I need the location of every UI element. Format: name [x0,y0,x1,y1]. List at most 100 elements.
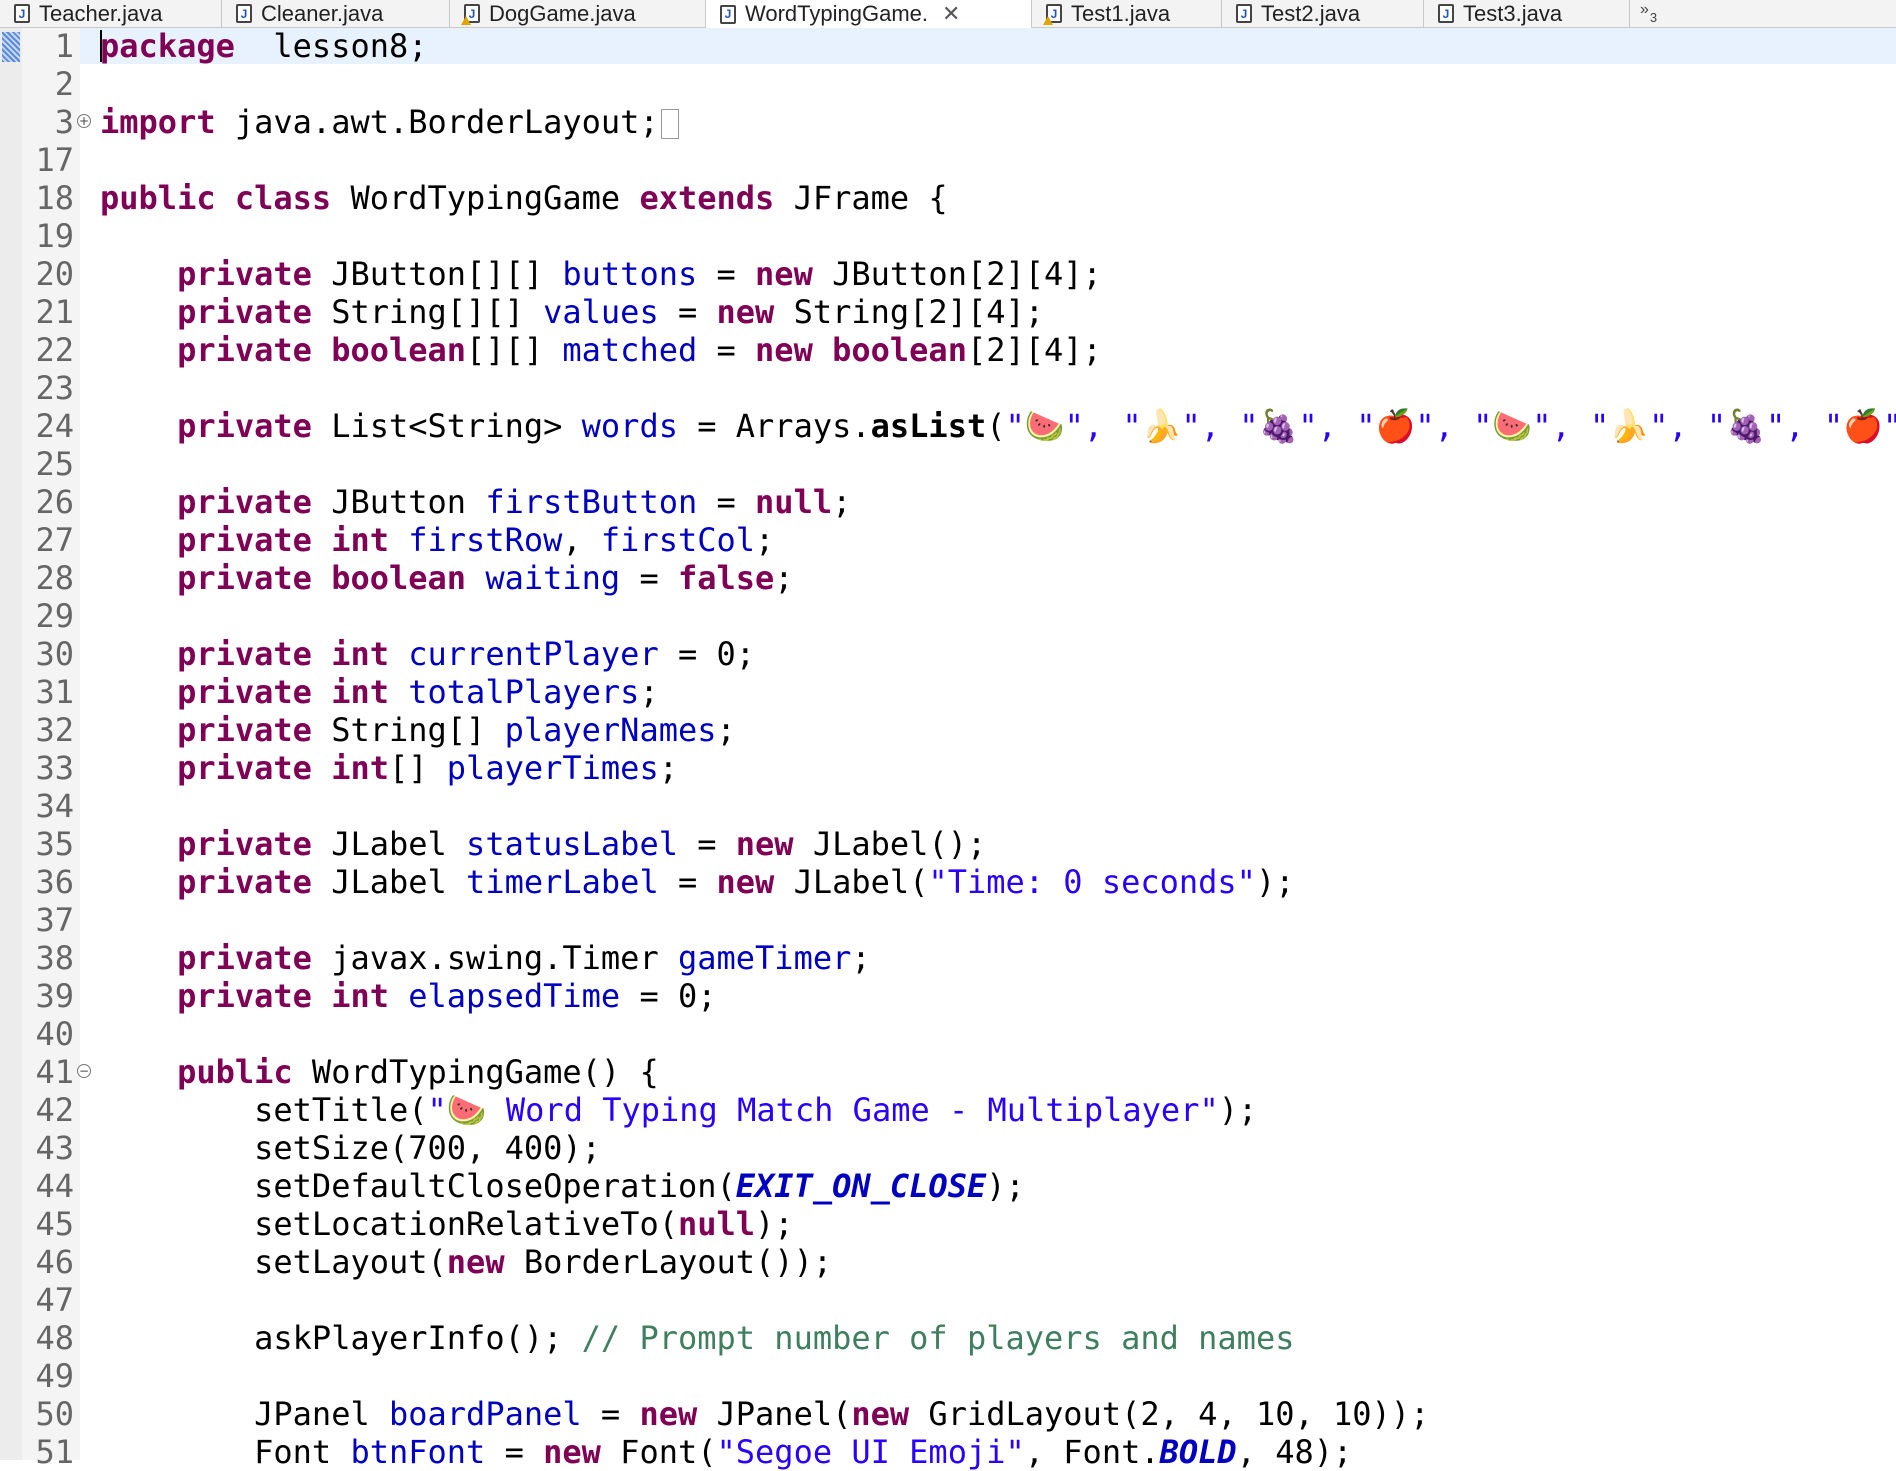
line-number: 30 [35,635,74,673]
code-line[interactable]: 27 private int firstRow, firstCol; [0,521,1896,559]
code-text[interactable]: setSize(700, 400); [100,1129,601,1167]
code-token: WordTypingGame [331,179,640,217]
code-text[interactable]: private int firstRow, firstCol; [100,521,774,559]
code-line[interactable]: 28 private boolean waiting = false; [0,559,1896,597]
code-line[interactable]: 22 private boolean[][] matched = new boo… [0,331,1896,369]
code-text[interactable]: Font btnFont = new Font("Segoe UI Emoji"… [100,1433,1352,1471]
code-text[interactable]: askPlayerInfo(); // Prompt number of pla… [100,1319,1294,1357]
code-line[interactable]: 1 package lesson8; [0,27,1896,65]
keyword: public [100,179,216,217]
tab-test3-java[interactable]: J Test3.java [1424,0,1630,27]
code-line[interactable]: 29 [0,597,1896,635]
code-text[interactable]: private int totalPlayers; [100,673,659,711]
code-line[interactable]: 20 private JButton[][] buttons = new JBu… [0,255,1896,293]
field-name: currentPlayer [408,635,659,673]
code-line[interactable]: 36 private JLabel timerLabel = new JLabe… [0,863,1896,901]
line-number: 33 [35,749,74,787]
tab-teacher-java[interactable]: J Teacher.java [0,0,222,27]
code-line[interactable]: 34 [0,787,1896,825]
code-text[interactable]: private JLabel timerLabel = new JLabel("… [100,863,1294,901]
keyword: int [331,521,389,559]
code-text[interactable]: private javax.swing.Timer gameTimer; [100,939,871,977]
code-text[interactable]: setDefaultCloseOperation(EXIT_ON_CLOSE); [100,1167,1025,1205]
code-line[interactable]: 2 [0,65,1896,103]
code-text[interactable]: setTitle("🍉 Word Typing Match Game - Mul… [100,1091,1257,1129]
code-text[interactable]: private JButton[][] buttons = new JButto… [100,255,1102,293]
fold-expand-icon[interactable]: + [77,114,91,128]
code-text[interactable]: import java.awt.BorderLayout; [100,103,679,141]
tab-cleaner-java[interactable]: J Cleaner.java [222,0,450,27]
code-line[interactable]: 38 private javax.swing.Timer gameTimer; [0,939,1896,977]
code-line[interactable]: 32 private String[] playerNames; [0,711,1896,749]
code-text[interactable]: private JLabel statusLabel = new JLabel(… [100,825,986,863]
code-text[interactable]: private List<String> words = Arrays.asLi… [100,407,1896,445]
tab-doggame-java[interactable]: J DogGame.java [450,0,706,27]
code-line[interactable]: 40 [0,1015,1896,1053]
keyword: private [177,521,312,559]
code-text[interactable]: private JButton firstButton = null; [100,483,851,521]
code-token: = [697,483,756,521]
tab-wordtypinggame[interactable]: J WordTypingGame. ✕ [706,0,1032,28]
code-line[interactable]: 51 Font btnFont = new Font("Segoe UI Emo… [0,1433,1896,1471]
code-line[interactable]: 26 private JButton firstButton = null; [0,483,1896,521]
code-line[interactable]: 3 + import java.awt.BorderLayout; [0,103,1896,141]
keyword: new [639,1395,698,1433]
close-icon[interactable]: ✕ [942,1,960,27]
code-line[interactable]: 43 setSize(700, 400); [0,1129,1896,1167]
code-line[interactable]: 25 [0,445,1896,483]
line-number: 31 [35,673,74,711]
code-text[interactable]: private int elapsedTime = 0; [100,977,716,1015]
code-text[interactable]: private String[] playerNames; [100,711,736,749]
code-text[interactable]: private boolean[][] matched = new boolea… [100,331,1102,369]
line-number: 47 [35,1281,74,1319]
code-line[interactable]: 18 public class WordTypingGame extends JF… [0,179,1896,217]
line-number: 29 [35,597,74,635]
folded-code-marker[interactable] [660,109,679,139]
code-text[interactable]: setLayout(new BorderLayout()); [100,1243,832,1281]
code-line[interactable]: 35 private JLabel statusLabel = new JLab… [0,825,1896,863]
code-line[interactable]: 21 private String[][] values = new Strin… [0,293,1896,331]
code-line[interactable]: 41− public WordTypingGame() { [0,1053,1896,1091]
code-line[interactable]: 49 [0,1357,1896,1395]
code-text[interactable]: public WordTypingGame() { [100,1053,659,1091]
keyword: new [543,1433,601,1471]
code-line[interactable]: 30 private int currentPlayer = 0; [0,635,1896,673]
code-line[interactable]: 17 [0,141,1896,179]
code-text[interactable]: public class WordTypingGame extends JFra… [100,179,948,217]
fold-collapse-icon[interactable]: − [77,1064,91,1078]
code-text[interactable]: JPanel boardPanel = new JPanel(new GridL… [100,1395,1429,1433]
code-line[interactable]: 42 setTitle("🍉 Word Typing Match Game - … [0,1091,1896,1129]
code-line[interactable]: 19 [0,217,1896,255]
code-text[interactable]: private String[][] values = new String[2… [100,293,1044,331]
code-line[interactable]: 45 setLocationRelativeTo(null); [0,1205,1896,1243]
code-line[interactable]: 50 JPanel boardPanel = new JPanel(new Gr… [0,1395,1896,1433]
code-text[interactable]: setLocationRelativeTo(null); [100,1205,793,1243]
code-text[interactable]: private boolean waiting = false; [100,559,794,597]
code-line[interactable]: 47 [0,1281,1896,1319]
tab-overflow-button[interactable]: » 3 [1640,0,1657,28]
code-line[interactable]: 31 private int totalPlayers; [0,673,1896,711]
code-text[interactable]: private int currentPlayer = 0; [100,635,755,673]
code-text[interactable]: package lesson8; [100,27,428,65]
code-editor[interactable]: 1 package lesson8; 2 3 + import java.awt.Bord… [0,27,1896,1471]
code-line[interactable]: 23 [0,369,1896,407]
line-number: 19 [35,217,74,255]
code-text[interactable]: private int[] playerTimes; [100,749,678,787]
code-line[interactable]: 46 setLayout(new BorderLayout()); [0,1243,1896,1281]
tab-test2-java[interactable]: J Test2.java [1222,0,1424,27]
code-line[interactable]: 48 askPlayerInfo(); // Prompt number of … [0,1319,1896,1357]
code-line[interactable]: 44 setDefaultCloseOperation(EXIT_ON_CLOS… [0,1167,1896,1205]
line-number: 40 [35,1015,74,1053]
code-line[interactable]: 24 private List<String> words = Arrays.a… [0,407,1896,445]
tab-test1-java[interactable]: J Test1.java [1032,0,1222,27]
code-line[interactable]: 33 private int[] playerTimes; [0,749,1896,787]
code-line[interactable]: 39 private int elapsedTime = 0; [0,977,1896,1015]
java-file-icon: J [1236,4,1252,23]
code-line[interactable]: 37 [0,901,1896,939]
code-token: JLabel( [774,863,929,901]
